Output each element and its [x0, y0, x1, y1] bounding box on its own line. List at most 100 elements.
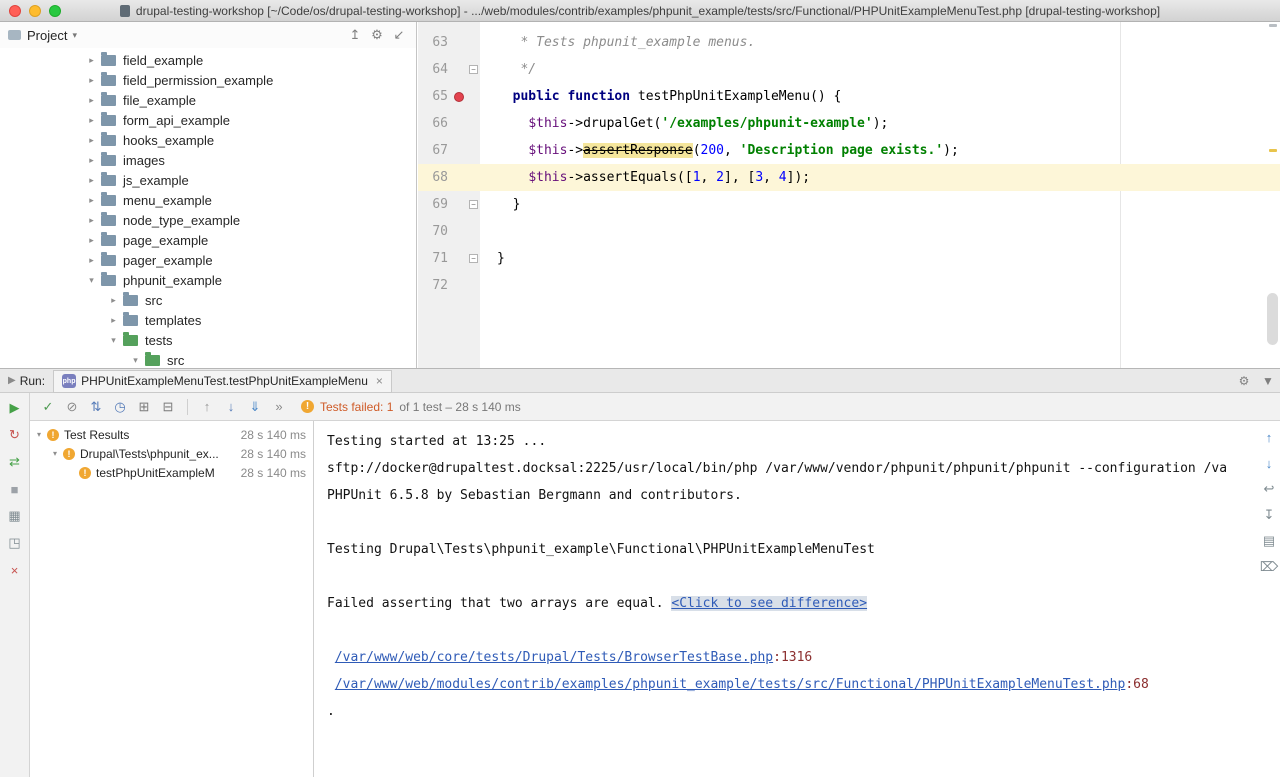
chevron-right-icon[interactable]: ▸ — [86, 75, 97, 86]
chevron-down-icon[interactable]: ▾ — [130, 355, 141, 366]
tree-item-menu_example[interactable]: ▸menu_example — [0, 190, 416, 210]
scroll-to-end-icon[interactable]: ↧ — [1261, 507, 1277, 523]
close-icon[interactable]: × — [7, 562, 23, 578]
fold-icon[interactable]: − — [469, 65, 478, 74]
warning-stripe-mark[interactable] — [1269, 149, 1277, 152]
chevron-right-icon[interactable]: ▸ — [86, 235, 97, 246]
test-tree-item[interactable]: ▾!Test Results28 s 140 ms — [30, 425, 313, 444]
tree-item-page_example[interactable]: ▸page_example — [0, 230, 416, 250]
chevron-right-icon[interactable]: ▸ — [86, 215, 97, 226]
run-tab[interactable]: php PHPUnitExampleMenuTest.testPhpUnitEx… — [53, 370, 392, 393]
fold-icon[interactable]: − — [469, 254, 478, 263]
chevron-right-icon[interactable]: ▸ — [86, 135, 97, 146]
show-passed-icon[interactable]: ✓ — [40, 399, 56, 415]
console-output[interactable]: Testing started at 13:25 ...sftp://docke… — [314, 421, 1280, 725]
file-link[interactable]: /var/www/web/modules/contrib/examples/ph… — [335, 677, 1126, 692]
tree-item-phpunit_example[interactable]: ▾phpunit_example — [0, 270, 416, 290]
chevron-right-icon[interactable]: ▸ — [108, 295, 119, 306]
tree-item-templates[interactable]: ▸templates — [0, 310, 416, 330]
tree-item-node_type_example[interactable]: ▸node_type_example — [0, 210, 416, 230]
sort-alphabetically-icon[interactable]: ⇅ — [88, 399, 104, 415]
line-number[interactable]: 66 — [424, 116, 448, 131]
toggle-auto-test-icon[interactable]: ⇄ — [7, 454, 23, 470]
chevron-right-icon[interactable]: ▸ — [108, 315, 119, 326]
tree-item-field_permission_example[interactable]: ▸field_permission_example — [0, 70, 416, 90]
test-tree-item[interactable]: ▾!Drupal\Tests\phpunit_ex...28 s 140 ms — [30, 444, 313, 463]
next-occurrence-icon[interactable]: ↓ — [223, 399, 239, 415]
hide-panel-icon[interactable]: ▼ — [1256, 374, 1280, 388]
minimize-button[interactable] — [29, 5, 41, 17]
line-number[interactable]: 69 — [424, 197, 448, 212]
line-number[interactable]: 64 — [424, 62, 448, 77]
code-line[interactable]: } — [480, 251, 505, 266]
line-number[interactable]: 70 — [424, 224, 448, 239]
pin-tab-icon[interactable]: ◳ — [7, 535, 23, 551]
line-number[interactable]: 71 — [424, 251, 448, 266]
line-number[interactable]: 67 — [424, 143, 448, 158]
chevron-right-icon[interactable]: ▸ — [86, 255, 97, 266]
code-line[interactable] — [480, 278, 505, 293]
test-tree-item[interactable]: !testPhpUnitExampleM28 s 140 ms — [30, 463, 313, 482]
tree-item-field_example[interactable]: ▸field_example — [0, 50, 416, 70]
project-panel-title[interactable]: Project — [27, 28, 67, 43]
settings-icon[interactable]: ⚙ — [1232, 374, 1256, 388]
close-button[interactable] — [9, 5, 21, 17]
settings-icon[interactable]: ⚙ — [366, 25, 388, 45]
print-icon[interactable]: ▤ — [1261, 533, 1277, 549]
file-link[interactable]: /var/www/web/core/tests/Drupal/Tests/Bro… — [335, 650, 773, 665]
code-line[interactable]: */ — [480, 62, 536, 77]
chevron-down-icon[interactable]: ▾ — [72, 30, 77, 41]
code-line[interactable]: $this->drupalGet('/examples/phpunit-exam… — [480, 116, 888, 131]
test-failed-gutter-icon[interactable] — [454, 92, 464, 102]
code-line[interactable] — [480, 224, 505, 239]
tree-item-hooks_example[interactable]: ▸hooks_example — [0, 130, 416, 150]
run-tab-title[interactable]: PHPUnitExampleMenuTest.testPhpUnitExampl… — [81, 374, 368, 388]
more-chevron-icon[interactable]: » — [271, 399, 287, 415]
collapse-all-icon[interactable]: ⊟ — [160, 399, 176, 415]
rerun-failed-tests-icon[interactable]: ↻ — [7, 427, 23, 443]
chevron-right-icon[interactable]: ▸ — [86, 95, 97, 106]
show-ignored-icon[interactable]: ⊘ — [64, 399, 80, 415]
chevron-down-icon[interactable]: ▾ — [86, 275, 97, 286]
sort-by-duration-icon[interactable]: ◷ — [112, 399, 128, 415]
code-line[interactable]: $this->assertResponse(200, 'Description … — [480, 143, 959, 158]
chevron-down-icon[interactable]: ▾ — [108, 335, 119, 346]
line-number[interactable]: 65 — [424, 89, 448, 104]
rerun-icon[interactable]: ▶ — [7, 400, 23, 416]
diff-link[interactable]: <Click to see difference> — [671, 596, 867, 611]
chevron-right-icon[interactable]: ▸ — [86, 195, 97, 206]
tree-item-tests[interactable]: ▾tests — [0, 330, 416, 350]
up-stack-trace-icon[interactable]: ↑ — [1261, 429, 1277, 445]
chevron-right-icon[interactable]: ▸ — [86, 155, 97, 166]
chevron-right-icon[interactable]: ▸ — [86, 175, 97, 186]
tree-item-src[interactable]: ▸src — [0, 290, 416, 310]
stop-icon[interactable]: ■ — [7, 481, 23, 497]
expand-all-icon[interactable]: ⊞ — [136, 399, 152, 415]
tree-item-form_api_example[interactable]: ▸form_api_example — [0, 110, 416, 130]
error-stripe-mark[interactable] — [1269, 24, 1277, 27]
clear-all-icon[interactable]: ⌦ — [1261, 559, 1277, 575]
tree-item-images[interactable]: ▸images — [0, 150, 416, 170]
tree-item-file_example[interactable]: ▸file_example — [0, 90, 416, 110]
line-number[interactable]: 72 — [424, 278, 448, 293]
editor-scrollbar-thumb[interactable] — [1267, 293, 1278, 345]
restore-layout-icon[interactable]: ▦ — [7, 508, 23, 524]
code-line[interactable]: $this->assertEquals([1, 2], [3, 4]); — [480, 170, 810, 185]
chevron-down-icon[interactable]: ▾ — [50, 449, 60, 458]
tree-item-src[interactable]: ▾src — [0, 350, 416, 368]
previous-occurrence-icon[interactable]: ↑ — [199, 399, 215, 415]
tree-item-js_example[interactable]: ▸js_example — [0, 170, 416, 190]
import-test-results-icon[interactable]: ⇓ — [247, 399, 263, 415]
chevron-right-icon[interactable]: ▸ — [86, 55, 97, 66]
line-number[interactable]: 63 — [424, 35, 448, 50]
soft-wrap-icon[interactable]: ↩ — [1261, 481, 1277, 497]
hide-panel-icon[interactable]: ↙ — [388, 25, 410, 45]
line-number[interactable]: 68 — [424, 170, 448, 185]
chevron-right-icon[interactable]: ▸ — [86, 115, 97, 126]
close-icon[interactable]: × — [376, 374, 383, 388]
code-line[interactable]: } — [480, 197, 520, 212]
code-line[interactable]: public function testPhpUnitExampleMenu()… — [480, 89, 841, 104]
down-stack-trace-icon[interactable]: ↓ — [1261, 455, 1277, 471]
fold-icon[interactable]: − — [469, 200, 478, 209]
chevron-down-icon[interactable]: ▾ — [34, 430, 44, 439]
